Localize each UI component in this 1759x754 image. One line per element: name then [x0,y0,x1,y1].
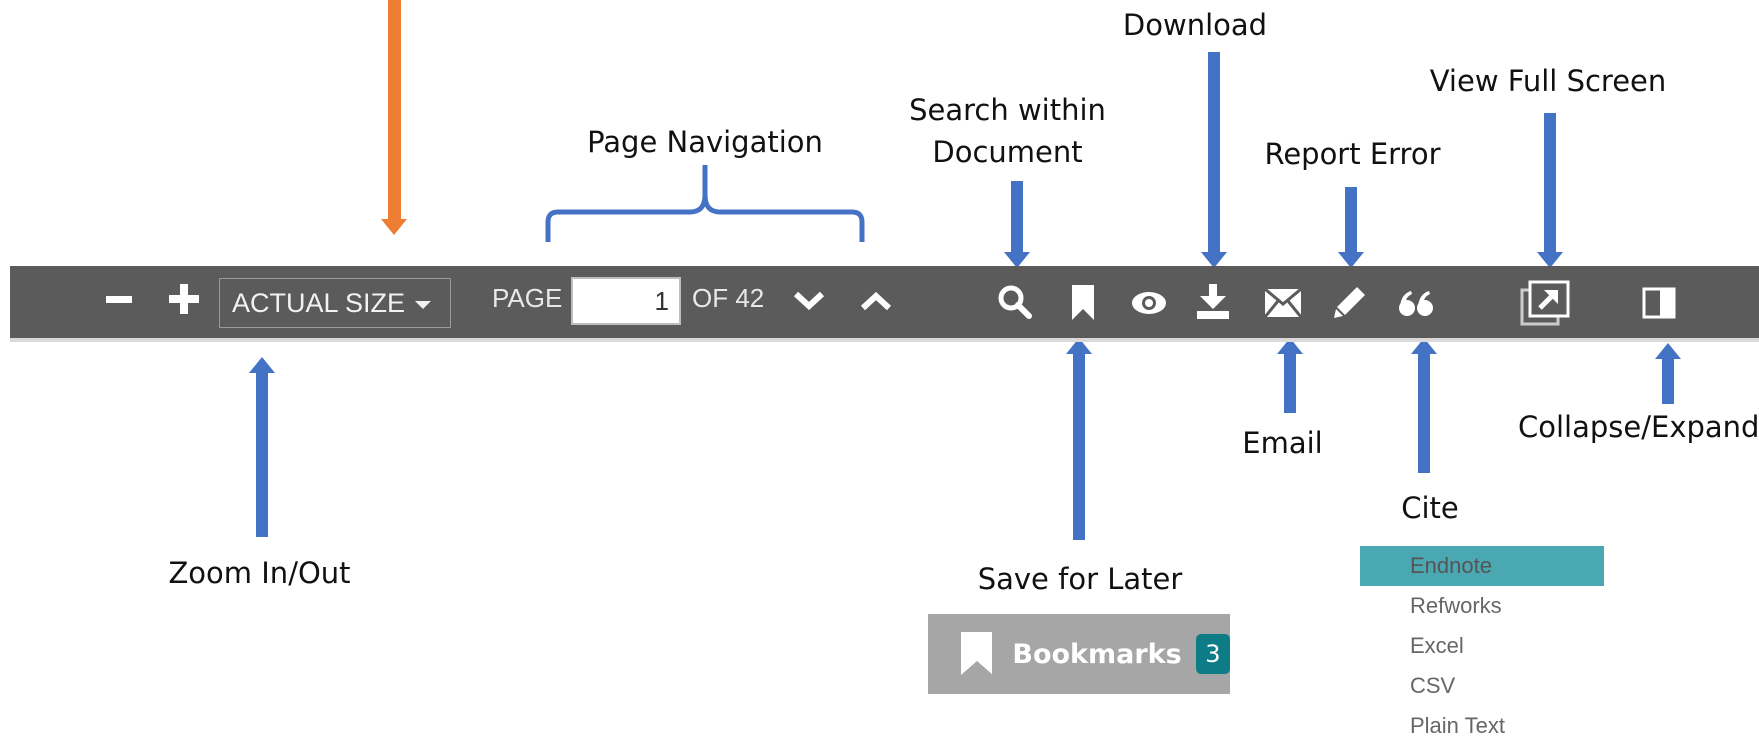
label-download: Download [1122,8,1268,42]
label-view-full-screen: View Full Screen [1429,64,1667,98]
download-icon[interactable] [1196,284,1230,320]
cite-option-plain-text[interactable]: Plain Text [1360,706,1604,746]
bookmarks-label: Bookmarks [1012,638,1182,670]
quote-icon[interactable] [1398,290,1434,318]
bookmark-icon[interactable] [1071,285,1095,321]
cite-option-endnote[interactable]: Endnote [1360,546,1604,586]
search-icon[interactable] [998,285,1032,319]
arrow-full-screen [1544,113,1556,254]
email-icon[interactable] [1265,289,1301,317]
orange-arrow-head [381,219,407,235]
page-label: PAGE [492,283,563,313]
pencil-icon[interactable] [1333,285,1367,319]
page-navigation-brace [545,165,865,242]
page-number-input[interactable]: 1 [571,277,681,325]
cite-option-excel[interactable]: Excel [1360,626,1604,666]
chevron-up-icon[interactable] [860,290,892,312]
cite-option-refworks[interactable]: Refworks [1360,586,1604,626]
label-save-for-later: Save for Later [977,562,1183,596]
arrow-cite [1418,353,1430,473]
label-search-within-1: Search within [909,93,1106,127]
chevron-down-icon[interactable] [793,290,825,312]
label-search-within-2: Document [932,135,1083,169]
zoom-value: ACTUAL SIZE [232,287,406,318]
arrow-download [1208,52,1220,254]
chevron-down-icon [415,301,432,309]
arrow-report-error [1345,187,1357,253]
label-report-error: Report Error [1264,137,1441,171]
cite-menu: Endnote Refworks Excel CSV Plain Text [1360,546,1604,746]
plus-icon[interactable] [169,284,199,314]
arrow-collapse-head [1655,343,1681,359]
label-page-navigation: Page Navigation [587,125,823,159]
label-collapse-expand: Collapse/Expand [1518,410,1759,444]
eye-icon[interactable] [1130,288,1168,318]
bookmarks-button[interactable]: Bookmarks 3 [928,614,1230,694]
arrow-email [1284,353,1296,413]
arrow-collapse [1662,358,1674,404]
arrow-search [1011,181,1023,253]
label-cite: Cite [1401,491,1459,525]
orange-arrow [388,0,401,221]
label-email: Email [1242,426,1323,460]
label-zoom-in-out: Zoom In/Out [168,556,351,590]
collapse-panel-icon[interactable] [1642,287,1676,319]
minus-icon[interactable] [106,289,134,309]
page-total: OF 42 [692,283,765,313]
arrow-save [1073,353,1085,540]
bookmarks-count-badge: 3 [1195,634,1230,674]
fullscreen-icon[interactable] [1520,280,1570,326]
arrow-zoom-head [249,357,275,373]
cite-option-csv[interactable]: CSV [1360,666,1604,706]
zoom-select[interactable]: ACTUAL SIZE [219,278,451,328]
bookmark-icon [961,632,993,675]
arrow-zoom [256,372,268,537]
